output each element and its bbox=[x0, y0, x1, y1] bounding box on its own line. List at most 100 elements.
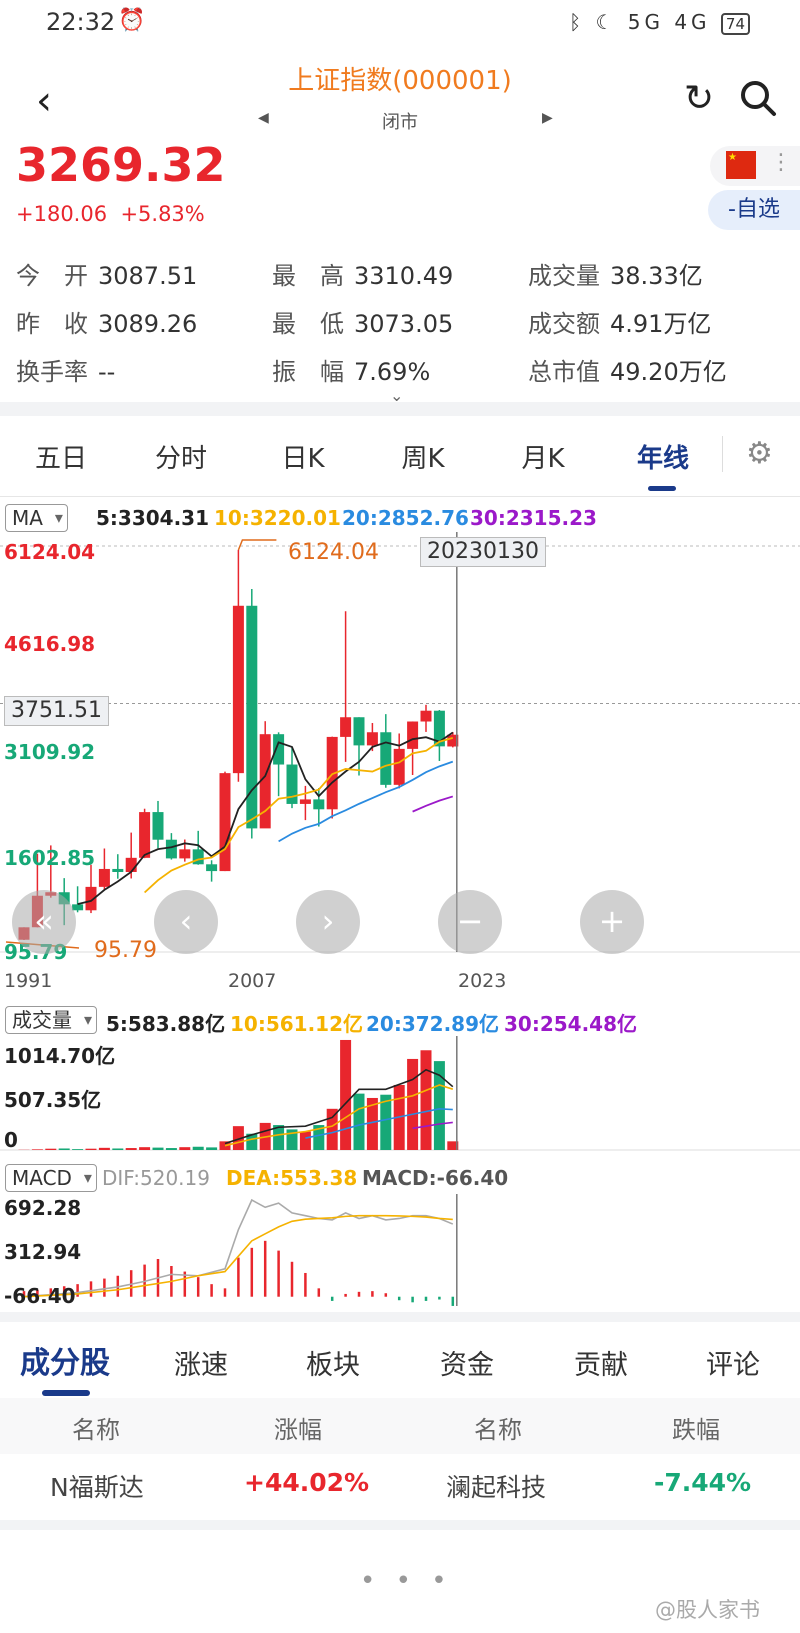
candle-body bbox=[353, 717, 365, 746]
ma30-value: 30:2315.23 bbox=[470, 506, 597, 530]
volume-bar bbox=[407, 1058, 419, 1150]
ma30-line bbox=[412, 795, 454, 813]
stat-label: 最 高 bbox=[272, 262, 344, 290]
volume-bar bbox=[206, 1147, 218, 1150]
volume-bar bbox=[58, 1148, 70, 1150]
column-header: 名称 bbox=[72, 1416, 120, 1444]
vol-ma10-line bbox=[224, 1084, 454, 1147]
stat-value: 49.20万亿 bbox=[610, 358, 727, 386]
stat-value: 3089.26 bbox=[98, 310, 198, 338]
divider bbox=[0, 496, 800, 497]
stat-item: 今 开 3087.51 bbox=[16, 256, 197, 291]
macd-chart[interactable] bbox=[0, 1194, 800, 1310]
stat-item: 成交额 4.91万亿 bbox=[528, 304, 711, 339]
ma20-value: 20:2852.76 bbox=[342, 506, 469, 530]
volume-bar bbox=[72, 1149, 84, 1150]
ma10-value: 10:3220.01 bbox=[214, 506, 341, 530]
tab-divider bbox=[722, 436, 723, 472]
table-row[interactable]: N福斯达 +44.02% 澜起科技 -7.44% bbox=[0, 1452, 800, 1520]
volume-indicator-select[interactable]: 成交量 bbox=[5, 1006, 97, 1034]
candle-body bbox=[393, 748, 405, 785]
tab-constituents[interactable]: 成分股 bbox=[20, 1338, 110, 1382]
status-bar: 22:32 ⏰ ᛒ ☾ 5G 4G 74 bbox=[0, 0, 800, 50]
stat-label: 今 开 bbox=[16, 262, 88, 290]
crosshair-price: 3751.51 bbox=[4, 696, 109, 726]
y-axis-label: 1602.85 bbox=[4, 846, 96, 870]
divider bbox=[0, 1520, 800, 1530]
vol-y-label: 1014.70亿 bbox=[4, 1044, 116, 1068]
tab-funds[interactable]: 资金 bbox=[440, 1343, 494, 1382]
stat-item: 成交量 38.33亿 bbox=[528, 256, 703, 291]
tab-period-0[interactable]: 五日 bbox=[6, 438, 116, 475]
stat-item: 最 高 3310.49 bbox=[272, 256, 453, 291]
volume-bar bbox=[139, 1147, 151, 1150]
stat-value: 7.69% bbox=[354, 358, 431, 386]
stat-value: 3087.51 bbox=[98, 262, 198, 290]
zoom-in-button[interactable]: + bbox=[580, 890, 644, 954]
zoom-out-button[interactable]: − bbox=[438, 890, 502, 954]
x-axis-label: 2023 bbox=[458, 970, 507, 992]
y-axis-label: 4616.98 bbox=[4, 632, 96, 656]
candle-body bbox=[152, 812, 164, 840]
tab-period-4[interactable]: 月K bbox=[488, 438, 598, 475]
add-watchlist-button[interactable]: -自选 bbox=[708, 190, 800, 230]
stat-value: 38.33亿 bbox=[610, 262, 703, 290]
search-icon[interactable] bbox=[738, 78, 778, 122]
volume-bar bbox=[353, 1093, 365, 1150]
stat-value: 3073.05 bbox=[354, 310, 454, 338]
gear-icon[interactable]: ⚙ bbox=[746, 436, 773, 471]
candle-body bbox=[112, 868, 124, 872]
tab-comments[interactable]: 评论 bbox=[706, 1343, 760, 1382]
kline-chart[interactable] bbox=[0, 532, 800, 962]
refresh-icon[interactable]: ↻ bbox=[684, 78, 714, 119]
tab-period-1[interactable]: 分时 bbox=[126, 438, 236, 475]
market-status: 闭市 bbox=[382, 112, 418, 133]
status-time: 22:32 bbox=[46, 8, 116, 36]
tab-period-2[interactable]: 日K bbox=[248, 438, 358, 475]
volume-bar bbox=[98, 1147, 110, 1150]
volume-bar bbox=[45, 1148, 57, 1150]
min-price-label: 95.79 bbox=[94, 938, 157, 963]
vol-y-label: 507.35亿 bbox=[4, 1088, 102, 1112]
stat-item: 换手率 -- bbox=[16, 352, 115, 387]
tab-sector[interactable]: 板块 bbox=[306, 1343, 360, 1382]
tab-period-3[interactable]: 周K bbox=[368, 438, 478, 475]
x-axis-label: 1991 bbox=[4, 970, 53, 992]
more-icon[interactable]: ⋮ bbox=[770, 150, 792, 175]
alarm-icon: ⏰ bbox=[118, 8, 146, 33]
divider bbox=[0, 1312, 800, 1322]
change-percent: +5.83% bbox=[120, 202, 205, 226]
volume-bar bbox=[192, 1146, 204, 1150]
scroll-left-button[interactable]: ‹ bbox=[154, 890, 218, 954]
stat-label: 最 低 bbox=[272, 310, 344, 338]
watermark: @股人家书 bbox=[655, 1598, 760, 1622]
loser-name: 澜起科技 bbox=[446, 1473, 547, 1502]
market-flag-pill[interactable]: ★ ⋮ bbox=[710, 146, 800, 186]
scroll-right-button[interactable]: › bbox=[296, 890, 360, 954]
max-price-label: 6124.04 bbox=[288, 540, 379, 565]
main-indicator-select[interactable]: MA bbox=[5, 504, 68, 532]
candle-body bbox=[366, 732, 378, 746]
tab-contribution[interactable]: 贡献 bbox=[574, 1343, 628, 1382]
volume-bar bbox=[165, 1148, 177, 1150]
crosshair-date: 20230130 bbox=[420, 537, 546, 567]
candle-body bbox=[179, 849, 191, 859]
tab-period-5[interactable]: 年线 bbox=[608, 438, 718, 475]
volume-chart[interactable] bbox=[0, 1036, 800, 1154]
zoom-start-button[interactable]: « bbox=[12, 890, 76, 954]
china-flag-icon: ★ bbox=[726, 151, 756, 179]
candle-body bbox=[380, 732, 392, 785]
macd-y-label: 312.94 bbox=[4, 1240, 82, 1264]
stat-value: 4.91万亿 bbox=[610, 310, 712, 338]
volume-bar bbox=[112, 1148, 124, 1150]
column-header: 名称 bbox=[474, 1416, 522, 1444]
macd-indicator-select[interactable]: MACD bbox=[5, 1164, 97, 1192]
candle-body bbox=[206, 864, 218, 872]
tab-speed[interactable]: 涨速 bbox=[174, 1343, 228, 1382]
next-stock-icon[interactable]: ▶ bbox=[542, 110, 553, 126]
vol-ma30-line bbox=[412, 1121, 453, 1130]
gainer-pct: +44.02% bbox=[244, 1468, 370, 1497]
volume-bar bbox=[152, 1147, 164, 1150]
stat-item: 总市值 49.20万亿 bbox=[528, 352, 727, 387]
volume-bar bbox=[420, 1050, 432, 1150]
